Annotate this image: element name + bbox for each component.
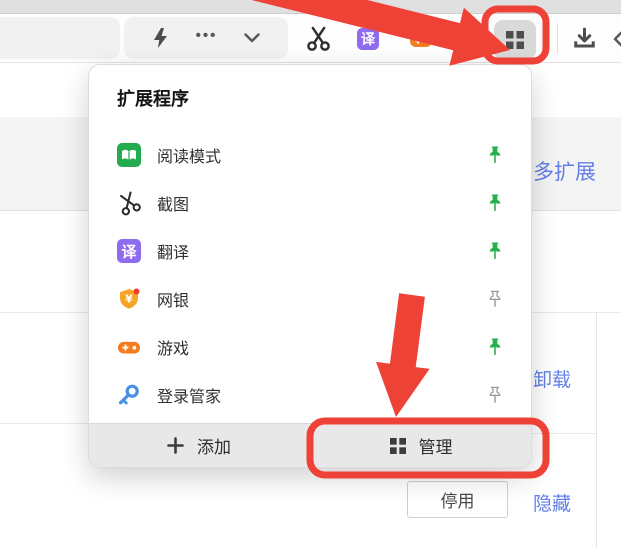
page-divider <box>0 423 88 424</box>
manage-extensions-button[interactable]: 管理 <box>311 424 531 467</box>
pin-toggle-unpinned[interactable] <box>485 384 505 406</box>
extension-list: 阅读模式 截图 <box>89 131 531 419</box>
gamepad-icon <box>117 335 141 359</box>
pin-toggle-pinned[interactable] <box>485 192 505 214</box>
add-label: 添加 <box>197 433 231 458</box>
reader-book-icon <box>117 143 141 167</box>
extensions-grid-icon <box>506 31 524 49</box>
extension-item-reader[interactable]: 阅读模式 <box>89 131 531 179</box>
manage-grid-icon <box>390 438 406 454</box>
screenshot-toolbar-icon[interactable] <box>305 25 332 52</box>
disable-button[interactable]: 停用 <box>407 481 508 518</box>
extension-item-translate[interactable]: 译 翻译 <box>89 227 531 275</box>
more-extensions-link[interactable]: 多扩展 <box>533 156 596 186</box>
page-card-border <box>596 313 597 548</box>
more-options-icon[interactable]: ••• <box>196 27 218 50</box>
address-bar-controls: ••• <box>124 17 288 59</box>
game-toolbar-icon[interactable] <box>408 28 434 52</box>
pin-toggle-pinned[interactable] <box>485 144 505 166</box>
reader-toolbar-icon[interactable] <box>458 29 482 53</box>
extension-label: 网银 <box>157 287 485 311</box>
tab-strip <box>0 0 621 14</box>
popup-title: 扩展程序 <box>117 85 189 111</box>
translate-toolbar-icon[interactable]: 译 <box>357 28 379 50</box>
pin-toggle-unpinned[interactable] <box>485 288 505 310</box>
browser-toolbar: ••• 译 <box>0 14 621 63</box>
translate-icon: 译 <box>117 239 141 263</box>
extension-item-bank[interactable]: ¥ 网银 <box>89 275 531 323</box>
add-extension-button[interactable]: 添加 <box>89 424 311 467</box>
plus-icon <box>167 437 184 454</box>
address-bar-end[interactable] <box>0 17 120 59</box>
popup-footer: 添加 管理 <box>89 423 531 467</box>
extension-item-login[interactable]: 登录管家 <box>89 371 531 419</box>
chevron-down-icon[interactable] <box>244 33 260 43</box>
uninstall-link[interactable]: 卸载 <box>533 365 571 392</box>
pin-toggle-pinned[interactable] <box>485 240 505 262</box>
download-icon[interactable] <box>572 26 597 51</box>
page-divider <box>532 433 596 434</box>
sidebar-partial-icon[interactable] <box>612 30 621 48</box>
pin-toggle-pinned[interactable] <box>485 336 505 358</box>
extensions-popup: 扩展程序 阅读模式 <box>88 64 532 468</box>
extension-label: 翻译 <box>157 239 485 263</box>
scissors-icon <box>114 188 145 219</box>
toolbar-separator <box>557 24 558 54</box>
extension-label: 登录管家 <box>157 383 485 407</box>
login-key-icon <box>117 383 141 407</box>
lightning-icon[interactable] <box>152 27 169 49</box>
extension-label: 截图 <box>157 191 485 215</box>
extension-item-screenshot[interactable]: 截图 <box>89 179 531 227</box>
bank-shield-icon: ¥ <box>117 287 141 311</box>
extension-item-game[interactable]: 游戏 <box>89 323 531 371</box>
svg-text:¥: ¥ <box>125 293 133 306</box>
hide-link[interactable]: 隐藏 <box>533 489 571 516</box>
extensions-grid-button[interactable] <box>494 20 536 60</box>
extension-label: 阅读模式 <box>157 143 485 167</box>
extension-label: 游戏 <box>157 335 485 359</box>
manage-label: 管理 <box>419 433 453 458</box>
